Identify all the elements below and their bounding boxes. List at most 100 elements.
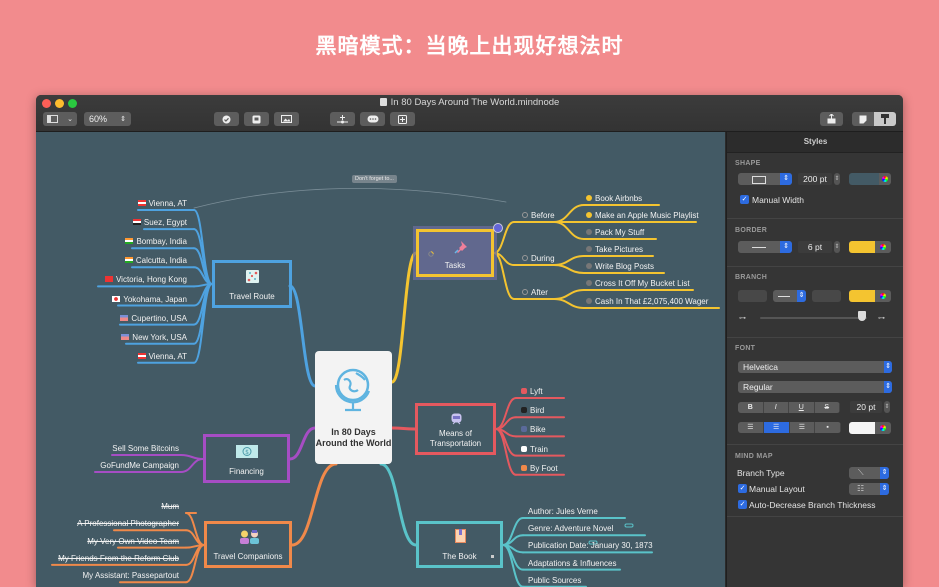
shape-width-stepper[interactable]: ⇕ — [834, 173, 840, 185]
color-wheel-icon[interactable] — [875, 290, 891, 302]
font-style-select[interactable]: Regular ⇕ — [738, 381, 892, 393]
branch-line — [502, 534, 524, 546]
color-wheel-icon[interactable] — [875, 241, 891, 253]
task-toggle-button[interactable] — [214, 112, 239, 126]
leaf-node-city[interactable]: Vienna, AT — [137, 352, 187, 362]
leaf-node-city[interactable]: Cupertino, USA — [120, 314, 187, 324]
branch-end-select[interactable] — [812, 290, 841, 302]
leaf-node-city[interactable]: Vienna, AT — [137, 199, 187, 209]
leaf-node-city[interactable]: Yokohama, Japan — [112, 295, 187, 305]
task-item[interactable]: Book Airbnbs — [586, 194, 642, 204]
leaf-node-label: Lyft — [530, 387, 543, 396]
shape-type-select[interactable]: ⇕ — [738, 173, 792, 185]
node-means-of-transportation[interactable]: Means of Transportation — [415, 403, 496, 455]
leaf-node[interactable]: Lyft — [521, 387, 543, 397]
italic-button[interactable]: I — [763, 402, 789, 413]
companion-item[interactable]: My Very Own Video Team — [87, 537, 179, 547]
leaf-node-label: My Very Own Video Team — [87, 536, 179, 546]
bold-button[interactable]: B — [738, 402, 764, 413]
task-item[interactable]: Pack My Stuff — [586, 228, 644, 238]
border-color-swatch[interactable] — [849, 241, 875, 253]
auto-decrease-checkbox[interactable]: ✓ — [738, 500, 747, 509]
leaf-node[interactable]: Genre: Adventure Novel — [528, 524, 613, 534]
leaf-node[interactable]: Bird — [521, 406, 544, 416]
task-item[interactable]: Take Pictures — [586, 245, 643, 255]
branch-thickness-slider[interactable] — [760, 317, 867, 319]
node-tasks[interactable]: Tasks — [416, 229, 494, 277]
manual-layout-label: Manual Layout — [749, 484, 805, 494]
align-right-button[interactable]: ☰ — [789, 422, 816, 433]
selection-resize-handle[interactable] — [493, 223, 503, 233]
underline-button[interactable]: U — [789, 402, 815, 413]
task-item[interactable]: Cross It Off My Bucket List — [586, 279, 690, 289]
task-group[interactable]: Before — [522, 211, 555, 221]
task-group[interactable]: After — [522, 288, 548, 298]
manual-width-checkbox[interactable]: ✓ — [740, 195, 749, 204]
node-travel-route[interactable]: Travel Route — [212, 260, 292, 308]
companion-item[interactable]: My Friends From the Reform Club — [58, 554, 179, 564]
companion-item[interactable]: A Professional Photographer — [77, 519, 179, 529]
font-size-stepper[interactable]: ⇕ — [884, 401, 890, 413]
styles-inspector-tab[interactable] — [874, 112, 896, 126]
task-item[interactable]: Cash In That £2,075,400 Wager — [586, 297, 708, 307]
node-financing[interactable]: $ Financing — [203, 434, 290, 483]
task-item[interactable]: Write Blog Posts — [586, 262, 654, 272]
font-size-field[interactable]: 20 pt — [850, 401, 882, 413]
branch-thickness-slider-thumb[interactable] — [857, 311, 866, 321]
layout-select[interactable]: ☷ ⇕ — [849, 483, 889, 495]
strikethrough-button[interactable]: S — [814, 402, 840, 413]
leaf-node[interactable]: By Foot — [521, 464, 558, 474]
leaf-node[interactable]: GoFundMe Campaign — [100, 461, 179, 471]
color-wheel-icon[interactable] — [875, 422, 891, 434]
color-wheel-icon[interactable] — [879, 173, 891, 185]
manual-layout-checkbox[interactable]: ✓ — [738, 484, 747, 493]
branch-color-swatch[interactable] — [849, 290, 875, 302]
notes-inspector-tab[interactable] — [852, 112, 874, 126]
leaf-node[interactable]: Publication Date: January 30, 1873 — [528, 541, 653, 551]
root-node[interactable]: In 80 Days Around the World — [315, 351, 392, 464]
leaf-node-city[interactable]: New York, USA — [121, 333, 187, 343]
leaf-node[interactable]: Adaptations & Influences — [528, 559, 617, 569]
leaf-node-city[interactable]: Bombay, India — [125, 237, 187, 247]
add-sibling-node-button[interactable] — [390, 112, 415, 126]
align-left-button[interactable]: ☰ — [738, 422, 764, 433]
task-item[interactable]: Make an Apple Music Playlist — [586, 211, 699, 221]
note-tooltip[interactable]: Don't forget to... — [352, 175, 397, 183]
leaf-node-city[interactable]: Victoria, Hong Kong — [104, 275, 187, 285]
link-indicator-icon[interactable] — [624, 523, 634, 528]
branch-line-select[interactable]: ⇕ — [773, 290, 806, 302]
border-style-select[interactable]: ⇕ — [738, 241, 792, 253]
border-width-field[interactable]: 6 pt — [798, 241, 832, 253]
add-child-node-button[interactable] — [330, 112, 355, 126]
shape-width-field[interactable]: 200 pt — [798, 173, 832, 185]
branch-line — [553, 204, 585, 223]
companion-item[interactable]: My Assistant: Passepartout — [83, 571, 180, 581]
zoom-level-select[interactable]: 60% ⇕ — [84, 112, 131, 126]
share-button[interactable] — [820, 112, 843, 126]
task-group[interactable]: During — [522, 254, 555, 264]
align-justify-button[interactable]: ▪ — [815, 422, 841, 433]
font-family-select[interactable]: Helvetica ⇕ — [738, 361, 892, 373]
align-center-button[interactable]: ☰ — [763, 422, 790, 433]
companion-item[interactable]: Mum — [161, 502, 179, 512]
leaf-node[interactable]: Public Sources — [528, 576, 581, 586]
insert-image-button[interactable] — [274, 112, 299, 126]
view-mode-button[interactable]: ⌄ — [43, 112, 77, 126]
note-indicator-icon[interactable] — [491, 555, 494, 558]
border-width-stepper[interactable]: ⇕ — [834, 241, 840, 253]
shape-fill-swatch[interactable] — [849, 173, 879, 185]
leaf-node-city[interactable]: Suez, Egypt — [132, 218, 187, 228]
branch-start-select[interactable] — [738, 290, 767, 302]
leaf-node[interactable]: Train — [521, 445, 548, 455]
quick-entry-button[interactable] — [244, 112, 269, 126]
node-the-book[interactable]: The Book — [416, 521, 503, 568]
leaf-node[interactable]: Author: Jules Verne — [528, 507, 598, 517]
font-color-swatch[interactable] — [849, 422, 875, 434]
node-travel-companions[interactable]: Travel Companions — [204, 521, 292, 568]
leaf-node[interactable]: Bike — [521, 425, 546, 435]
leaf-node[interactable]: Sell Some Bitcoins — [112, 444, 179, 454]
add-note-button[interactable] — [360, 112, 385, 126]
mind-map-canvas[interactable]: Don't forget to... In 80 Days Around the… — [36, 132, 725, 587]
leaf-node-city[interactable]: Calcutta, India — [124, 256, 187, 266]
branch-type-select[interactable]: ⟍ ⇕ — [849, 467, 889, 479]
